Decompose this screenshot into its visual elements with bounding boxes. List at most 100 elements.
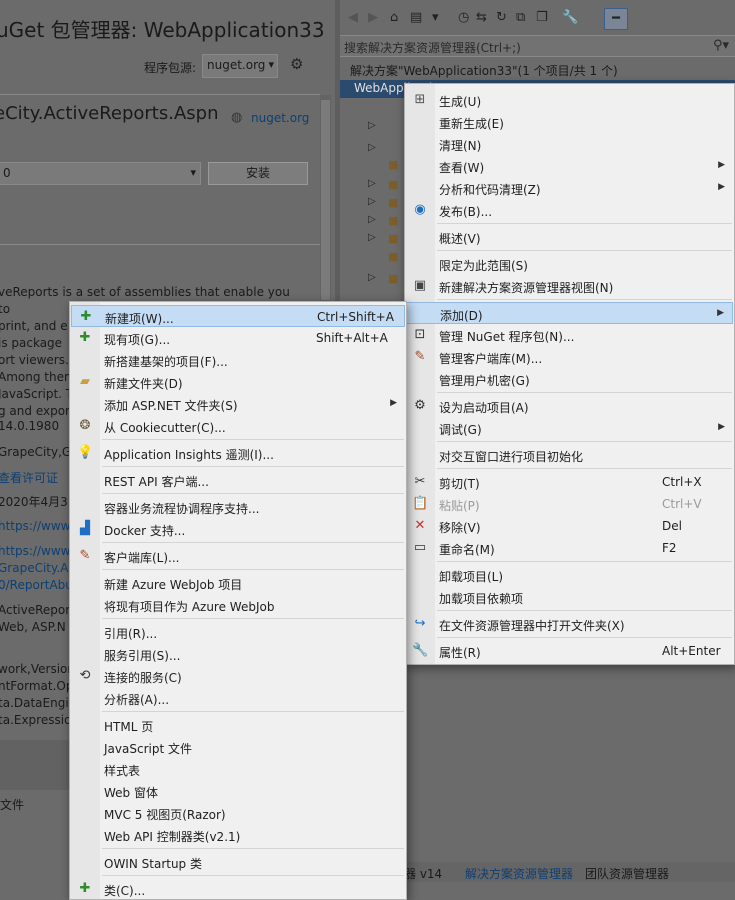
menu-item-existing-item[interactable]: ✚ 现有项(G)... Shift+Alt+A <box>71 327 405 349</box>
solution-node[interactable]: 解决方案"WebApplication33"(1 个项目/共 1 个) <box>350 62 618 79</box>
menu-item-javascript-file[interactable]: JavaScript 文件 <box>71 736 405 758</box>
pending-changes-icon[interactable]: ◷ <box>458 10 469 25</box>
expand-arrow-icon[interactable]: ▷ <box>368 196 376 207</box>
menu-item-properties[interactable]: 🔧 属性(R) Alt+Enter <box>406 640 733 662</box>
tab-solution-explorer[interactable]: 解决方案资源管理器 <box>465 865 573 882</box>
rename-icon: ▭ <box>413 540 427 555</box>
menu-item-orchestrator[interactable]: 容器业务流程协调程序支持... <box>71 496 405 518</box>
show-all-files-icon[interactable]: ❐ <box>536 10 548 25</box>
expand-arrow-icon[interactable]: ▷ <box>368 142 376 153</box>
menu-item-class[interactable]: ✚ 类(C)... <box>71 878 405 900</box>
tab-previous[interactable]: 器 v14 <box>404 865 442 882</box>
version-select[interactable]: 0 <box>0 162 201 185</box>
expand-arrow-icon[interactable]: ▷ <box>368 272 376 283</box>
expand-arrow-icon[interactable]: ▷ <box>368 232 376 243</box>
back-icon[interactable]: ◀ <box>348 10 358 25</box>
menu-item-web-form[interactable]: Web 窗体 <box>71 780 405 802</box>
menu-item-analyze[interactable]: 分析和代码清理(Z) ▶ <box>406 177 733 199</box>
file-tab-label[interactable]: 文件 <box>0 796 24 813</box>
menu-item-remove[interactable]: ✕ 移除(V) Del <box>406 515 733 537</box>
existing-item-icon: ✚ <box>79 330 91 345</box>
preview-icon[interactable]: ━ <box>604 8 628 30</box>
folder-icon: ■ <box>388 272 399 285</box>
menu-item-debug[interactable]: 调试(G) ▶ <box>406 417 733 439</box>
menu-item-owin-startup[interactable]: OWIN Startup 类 <box>71 851 405 873</box>
menu-item-stylesheet[interactable]: 样式表 <box>71 758 405 780</box>
detail-report-url[interactable]: GrapeCity.Ac <box>0 561 75 575</box>
submenu-arrow-icon: ▶ <box>718 182 725 192</box>
wrench-icon[interactable]: 🔧 <box>562 10 578 25</box>
menu-item-manage-nuget[interactable]: ⊡ 管理 NuGet 程序包(N)... <box>406 324 733 346</box>
expand-arrow-icon[interactable]: ▷ <box>368 214 376 225</box>
sync-icon[interactable]: ⇆ <box>476 10 487 25</box>
gear-icon[interactable]: ⚙ <box>290 55 303 73</box>
menu-item-load-deps[interactable]: 加载项目依赖项 <box>406 586 733 608</box>
collapse-all-icon[interactable]: ⧉ <box>516 10 525 25</box>
menu-item-reference[interactable]: 引用(R)... <box>71 621 405 643</box>
refresh-icon[interactable]: ↻ <box>496 10 507 25</box>
menu-item-unload[interactable]: 卸载项目(L) <box>406 564 733 586</box>
search-icon[interactable]: ⚲▾ <box>713 38 729 53</box>
detail-report-url[interactable]: https://www <box>0 544 70 558</box>
menu-item-webapi-controller[interactable]: Web API 控制器类(v2.1) <box>71 824 405 846</box>
menu-item-scope-to-this[interactable]: 限定为此范围(S) <box>406 253 733 275</box>
menu-item-docker[interactable]: ▟ Docker 支持... <box>71 518 405 540</box>
menu-item-label: HTML 页 <box>104 720 154 734</box>
menu-item-clean[interactable]: 清理(N) <box>406 133 733 155</box>
expand-arrow-icon[interactable]: ▷ <box>368 178 376 189</box>
scrollbar-thumb[interactable] <box>321 100 330 300</box>
menu-item-add[interactable]: 添加(D) ▶ <box>406 302 733 324</box>
menu-item-client-libraries[interactable]: ✎ 管理客户端库(M)... <box>406 346 733 368</box>
package-source-select[interactable]: nuget.org <box>202 54 278 78</box>
detail-license-link[interactable]: 查看许可证 <box>0 469 58 486</box>
chevron-down-icon[interactable]: ▾ <box>432 10 439 25</box>
menu-item-mvc-view[interactable]: MVC 5 视图页(Razor) <box>71 802 405 824</box>
menu-item-interactive-init[interactable]: 对交互窗口进行项目初始化 <box>406 444 733 466</box>
menu-item-rest-client[interactable]: REST API 客户端... <box>71 469 405 491</box>
menu-item-app-insights[interactable]: 💡 Application Insights 遥测(I)... <box>71 442 405 464</box>
menu-item-rebuild[interactable]: 重新生成(E) <box>406 111 733 133</box>
tab-team-explorer[interactable]: 团队资源管理器 <box>585 865 669 882</box>
menu-item-cookiecutter[interactable]: ❂ 从 Cookiecutter(C)... <box>71 415 405 437</box>
menu-item-label: MVC 5 视图页(Razor) <box>104 808 226 822</box>
install-button[interactable]: 安装 <box>208 162 308 185</box>
menu-item-aspnet-folder[interactable]: 添加 ASP.NET 文件夹(S) ▶ <box>71 393 405 415</box>
menu-item-existing-webjob[interactable]: 将现有项目作为 Azure WebJob <box>71 594 405 616</box>
menu-item-label: 添加 ASP.NET 文件夹(S) <box>104 399 238 413</box>
menu-item-analyzer[interactable]: 分析器(A)... <box>71 687 405 709</box>
menu-item-service-reference[interactable]: 服务引用(S)... <box>71 643 405 665</box>
menu-item-rename[interactable]: ▭ 重命名(M) F2 <box>406 537 733 559</box>
menu-item-publish[interactable]: ◉ 发布(B)... <box>406 199 733 221</box>
menu-item-new-webjob[interactable]: 新建 Azure WebJob 项目 <box>71 572 405 594</box>
menu-item-new-folder[interactable]: ▰ 新建文件夹(D) <box>71 371 405 393</box>
menu-item-open-folder[interactable]: ↪ 在文件资源管理器中打开文件夹(X) <box>406 613 733 635</box>
menu-separator <box>437 299 732 300</box>
expand-arrow-icon[interactable]: ▷ <box>368 120 376 131</box>
detail-project-url[interactable]: https://www <box>0 519 70 533</box>
menu-item-label: 管理客户端库(M)... <box>439 352 543 366</box>
menu-item-new-item[interactable]: ✚ 新建项(W)... Ctrl+Shift+A <box>71 305 405 327</box>
menu-item-overview[interactable]: 概述(V) <box>406 226 733 248</box>
menu-item-connected-service[interactable]: ⟲ 连接的服务(C) <box>71 665 405 687</box>
menu-item-label: 对交互窗口进行项目初始化 <box>439 450 584 464</box>
menu-item-client-library[interactable]: ✎ 客户端库(L)... <box>71 545 405 567</box>
forward-icon[interactable]: ▶ <box>368 10 378 25</box>
menu-item-scaffolded-item[interactable]: 新搭建基架的项目(F)... <box>71 349 405 371</box>
menu-separator <box>102 569 404 570</box>
menu-item-set-startup[interactable]: ⚙ 设为启动项目(A) <box>406 395 733 417</box>
menu-item-user-secrets[interactable]: 管理用户机密(G) <box>406 368 733 390</box>
detail-report-url[interactable]: 0/ReportAbu <box>0 578 73 592</box>
home-icon[interactable]: ⌂ <box>390 10 398 25</box>
menu-item-label: 引用(R)... <box>104 627 158 641</box>
menu-item-build[interactable]: ⊞ 生成(U) <box>406 89 733 111</box>
menu-item-paste[interactable]: 📋 粘贴(P) Ctrl+V <box>406 493 733 515</box>
menu-item-html-page[interactable]: HTML 页 <box>71 714 405 736</box>
new-item-icon: ✚ <box>80 309 92 324</box>
switch-views-icon[interactable]: ▤ <box>410 10 422 25</box>
package-source-link[interactable]: nuget.org <box>251 111 309 125</box>
search-input[interactable]: 搜索解决方案资源管理器(Ctrl+;) ⚲▾ <box>340 35 735 57</box>
menu-item-new-view[interactable]: ▣ 新建解决方案资源管理器视图(N) <box>406 275 733 297</box>
menu-item-label: 类(C)... <box>104 884 146 898</box>
menu-item-cut[interactable]: ✂ 剪切(T) Ctrl+X <box>406 471 733 493</box>
menu-item-view[interactable]: 查看(W) ▶ <box>406 155 733 177</box>
